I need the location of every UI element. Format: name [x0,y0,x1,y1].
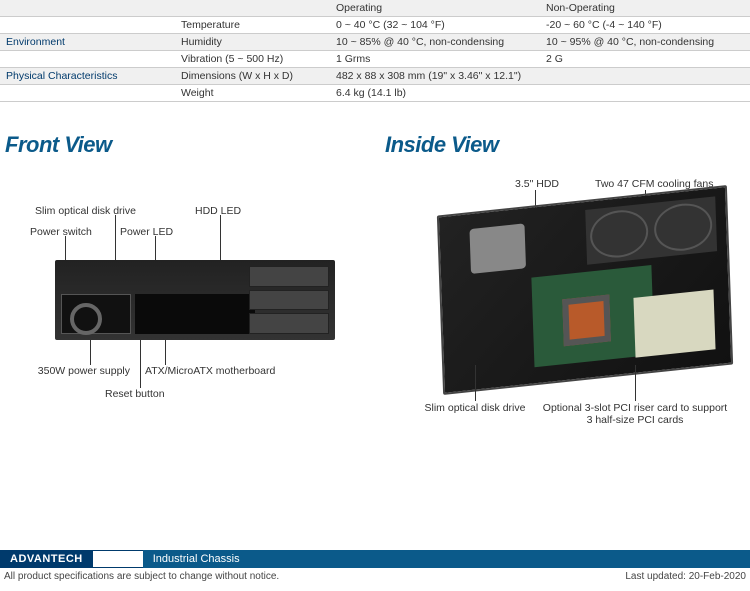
row-label: Vibration (5 ~ 500 Hz) [175,51,330,68]
label-hdd: 3.5" HDD [515,178,559,190]
col-operating: Operating [330,0,540,17]
row-value: 10 ~ 85% @ 40 °C, non-condensing [330,34,540,51]
row-value: 10 ~ 95% @ 40 °C, non-condensing [540,34,750,51]
footer-updated: Last updated: 20-Feb-2020 [625,571,746,582]
inside-view-section: Inside View 3.5" HDD Two 47 CFM cooling … [385,132,745,450]
row-label: Weight [175,85,330,102]
category-label: Environment [0,34,175,51]
page-footer: ADVANTECH Industrial Chassis All product… [0,550,750,582]
inside-view-title: Inside View [385,132,745,158]
label-power-led: Power LED [120,226,173,238]
label-slim-drive: Slim optical disk drive [35,205,136,217]
inside-device-image [437,185,733,395]
row-value: 2 G [540,51,750,68]
row-value: 0 ~ 40 °C (32 ~ 104 °F) [330,17,540,34]
label-hdd-led: HDD LED [195,205,241,217]
label-motherboard: ATX/MicroATX motherboard [145,365,275,377]
front-device-image [55,260,335,340]
category-label: Physical Characteristics [0,68,175,85]
row-label: Dimensions (W x H x D) [175,68,330,85]
row-value: -20 ~ 60 °C (-4 ~ 140 °F) [540,17,750,34]
row-value: 6.4 kg (14.1 lb) [330,85,750,102]
label-riser: Optional 3-slot PCI riser card to suppor… [540,402,730,426]
row-value: 482 x 88 x 308 mm (19" x 3.46" x 12.1") [330,68,750,85]
row-label: Temperature [175,17,330,34]
label-psu: 350W power supply [20,365,130,377]
col-nonoperating: Non-Operating [540,0,750,17]
row-value: 1 Grms [330,51,540,68]
row-label: Humidity [175,34,330,51]
front-view-title: Front View [5,132,365,158]
brand-logo: ADVANTECH [0,550,93,568]
label-power-switch: Power switch [30,226,92,238]
front-view-section: Front View Slim optical disk drive HDD L… [5,132,365,450]
footer-category: Industrial Chassis [143,550,750,568]
footer-disclaimer: All product specifications are subject t… [4,571,279,582]
label-slim-drive-inside: Slim optical disk drive [415,402,535,414]
label-reset: Reset button [105,388,165,400]
specification-table: Operating Non-Operating Temperature 0 ~ … [0,0,750,102]
